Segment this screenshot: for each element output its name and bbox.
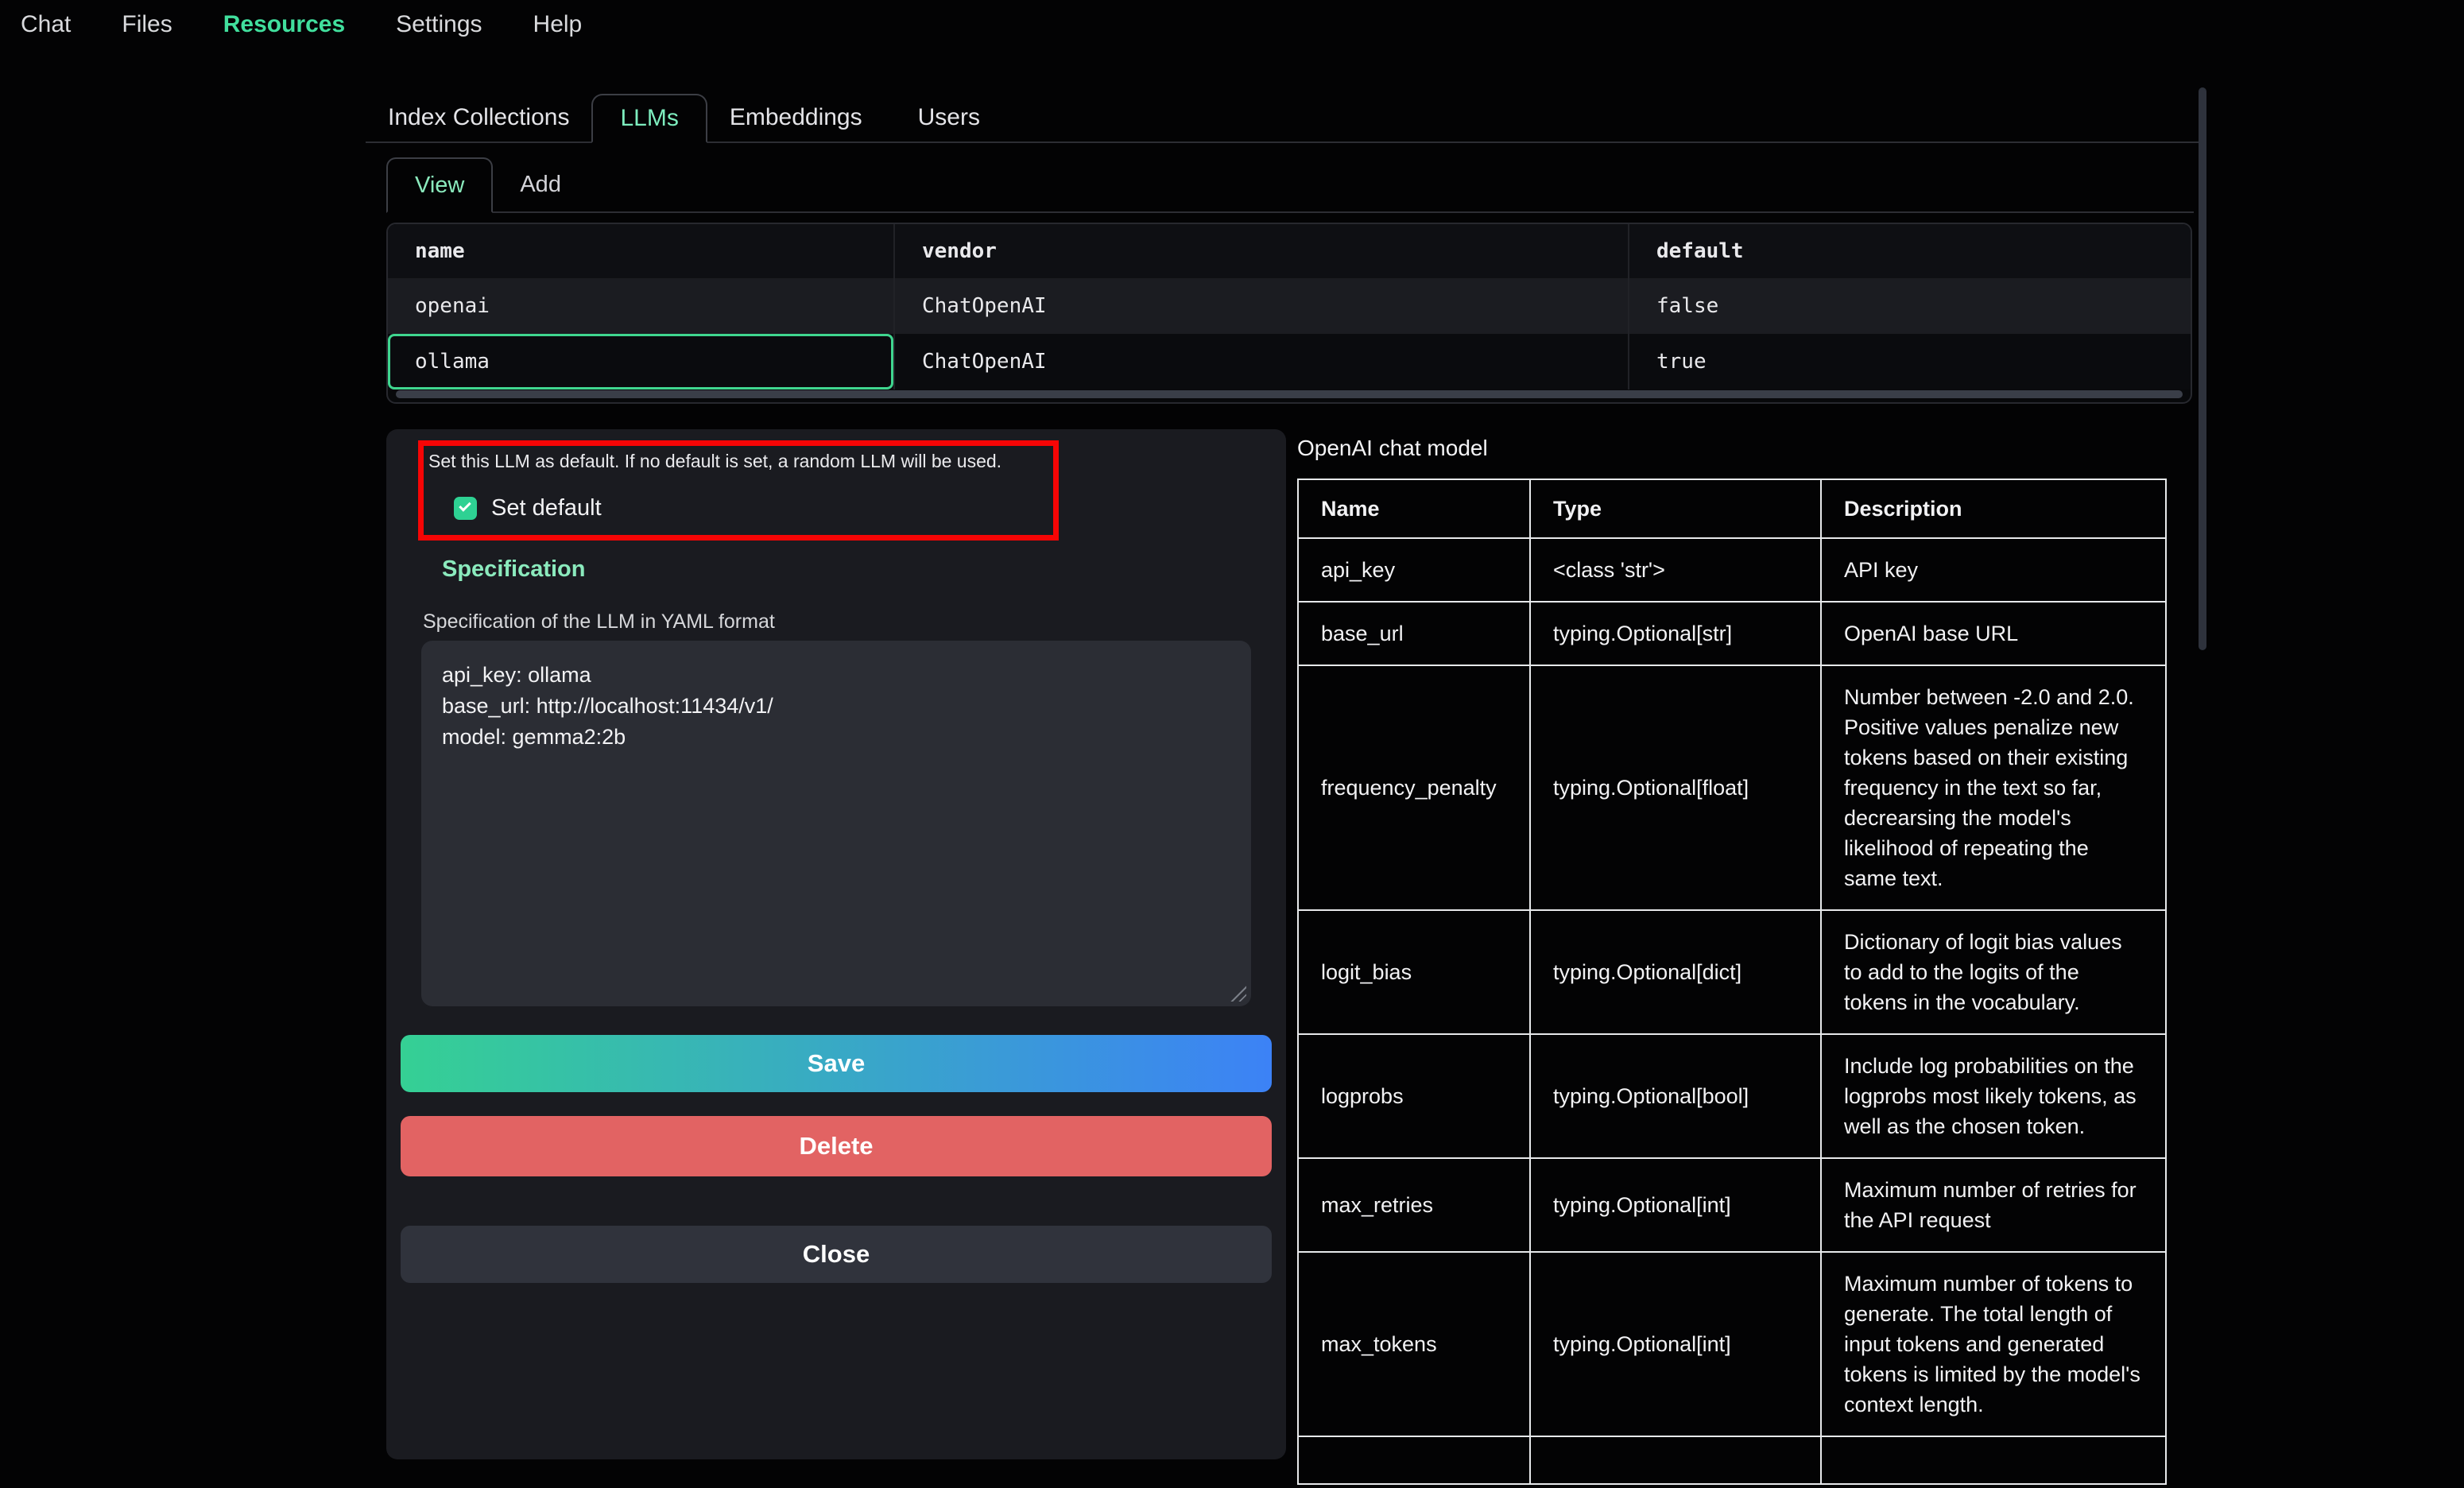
nav-chat[interactable]: Chat — [21, 11, 71, 38]
nav-resources[interactable]: Resources — [223, 11, 345, 38]
doc-row-api-key: api_key <class 'str'> API key — [1298, 538, 2166, 602]
vertical-scrollbar[interactable] — [2199, 87, 2206, 650]
param-description: Number between -2.0 and 2.0. Positive va… — [1821, 665, 2166, 910]
table-row-openai[interactable]: openai ChatOpenAI false — [388, 278, 2191, 334]
model-doc-table: Name Type Description api_key <class 'st… — [1297, 479, 2167, 1485]
doc-row-logprobs: logprobs typing.Optional[bool] Include l… — [1298, 1034, 2166, 1158]
doc-row-frequency-penalty: frequency_penalty typing.Optional[float]… — [1298, 665, 2166, 910]
param-name: api_key — [1298, 538, 1530, 602]
doc-row-max-tokens: max_tokens typing.Optional[int] Maximum … — [1298, 1252, 2166, 1436]
check-icon — [459, 499, 471, 512]
param-name: base_url — [1298, 602, 1530, 665]
tab-index-collections[interactable]: Index Collections — [366, 94, 591, 141]
set-default-row: Set default — [454, 495, 602, 521]
view-add-tabs: View Add — [386, 157, 2194, 213]
col-header-default: default — [1629, 224, 2191, 278]
param-name: logit_bias — [1298, 910, 1530, 1034]
app-root: Chat Files Resources Settings Help Index… — [0, 0, 2464, 1488]
nav-settings[interactable]: Settings — [396, 11, 482, 38]
param-description: API key — [1821, 538, 2166, 602]
doc-col-description: Description — [1821, 479, 2166, 538]
param-type: <class 'str'> — [1530, 538, 1821, 602]
save-button[interactable]: Save — [401, 1035, 1272, 1092]
doc-row-base-url: base_url typing.Optional[str] OpenAI bas… — [1298, 602, 2166, 665]
param-type: typing.Optional[str] — [1530, 602, 1821, 665]
table-row-ollama[interactable]: ollama ChatOpenAI true — [388, 334, 2191, 389]
param-name: frequency_penalty — [1298, 665, 1530, 910]
param-type: typing.Optional[float] — [1530, 665, 1821, 910]
col-header-name: name — [388, 224, 895, 278]
param-type: typing.Optional[bool] — [1530, 1034, 1821, 1158]
set-default-checkbox[interactable] — [454, 497, 477, 520]
llm-list-table: name vendor default openai ChatOpenAI fa… — [386, 223, 2192, 404]
param-name: max_retries — [1298, 1158, 1530, 1252]
tab-llms[interactable]: LLMs — [591, 94, 707, 143]
cell-default[interactable]: false — [1629, 278, 2191, 334]
doc-row-logit-bias: logit_bias typing.Optional[dict] Diction… — [1298, 910, 2166, 1034]
cell-name[interactable]: openai — [388, 278, 895, 334]
doc-header-row: Name Type Description — [1298, 479, 2166, 538]
param-description: Include log probabilities on the logprob… — [1821, 1034, 2166, 1158]
tab-users[interactable]: Users — [885, 94, 1013, 141]
tab-view[interactable]: View — [386, 157, 493, 213]
cell-default[interactable]: true — [1629, 334, 2191, 389]
param-description: OpenAI base URL — [1821, 602, 2166, 665]
model-doc-title: OpenAI chat model — [1297, 436, 1488, 461]
spec-yaml-wrap: api_key: ollama base_url: http://localho… — [421, 641, 1251, 1006]
param-description: Maximum number of tokens to generate. Th… — [1821, 1252, 2166, 1436]
cell-name-selected[interactable]: ollama — [388, 334, 895, 389]
param-description: Dictionary of logit bias values to add t… — [1821, 910, 2166, 1034]
spec-caption: Specification of the LLM in YAML format — [423, 610, 775, 634]
param-description — [1821, 1436, 2166, 1484]
nav-files[interactable]: Files — [122, 11, 172, 38]
spec-yaml-input[interactable]: api_key: ollama base_url: http://localho… — [421, 641, 1251, 1006]
col-header-vendor: vendor — [895, 224, 1629, 278]
tab-add[interactable]: Add — [493, 157, 588, 211]
param-type: typing.Optional[int] — [1530, 1158, 1821, 1252]
top-nav: Chat Files Resources Settings Help — [0, 0, 2464, 49]
resource-tabs: Index Collections LLMs Embeddings Users — [366, 94, 2206, 143]
set-default-label: Set default — [491, 495, 602, 521]
param-type: typing.Optional[dict] — [1530, 910, 1821, 1034]
doc-col-name: Name — [1298, 479, 1530, 538]
param-description: Maximum number of retries for the API re… — [1821, 1158, 2166, 1252]
tab-embeddings[interactable]: Embeddings — [707, 94, 885, 141]
delete-button[interactable]: Delete — [401, 1116, 1272, 1176]
spec-heading: Specification — [442, 556, 586, 583]
horizontal-scrollbar[interactable] — [396, 390, 2183, 398]
doc-col-type: Type — [1530, 479, 1821, 538]
llm-table-header: name vendor default — [388, 224, 2191, 278]
doc-row-partial — [1298, 1436, 2166, 1484]
param-name: max_tokens — [1298, 1252, 1530, 1436]
doc-row-max-retries: max_retries typing.Optional[int] Maximum… — [1298, 1158, 2166, 1252]
close-button[interactable]: Close — [401, 1226, 1272, 1283]
param-type: typing.Optional[int] — [1530, 1252, 1821, 1436]
annotation-red-box: Set this LLM as default. If no default i… — [418, 440, 1059, 541]
param-type — [1530, 1436, 1821, 1484]
param-name: logprobs — [1298, 1034, 1530, 1158]
param-name — [1298, 1436, 1530, 1484]
nav-help[interactable]: Help — [533, 11, 583, 38]
llm-detail-panel: Set this LLM as default. If no default i… — [386, 429, 1286, 1459]
default-note: Set this LLM as default. If no default i… — [428, 451, 1053, 472]
cell-vendor[interactable]: ChatOpenAI — [895, 334, 1629, 389]
cell-vendor[interactable]: ChatOpenAI — [895, 278, 1629, 334]
